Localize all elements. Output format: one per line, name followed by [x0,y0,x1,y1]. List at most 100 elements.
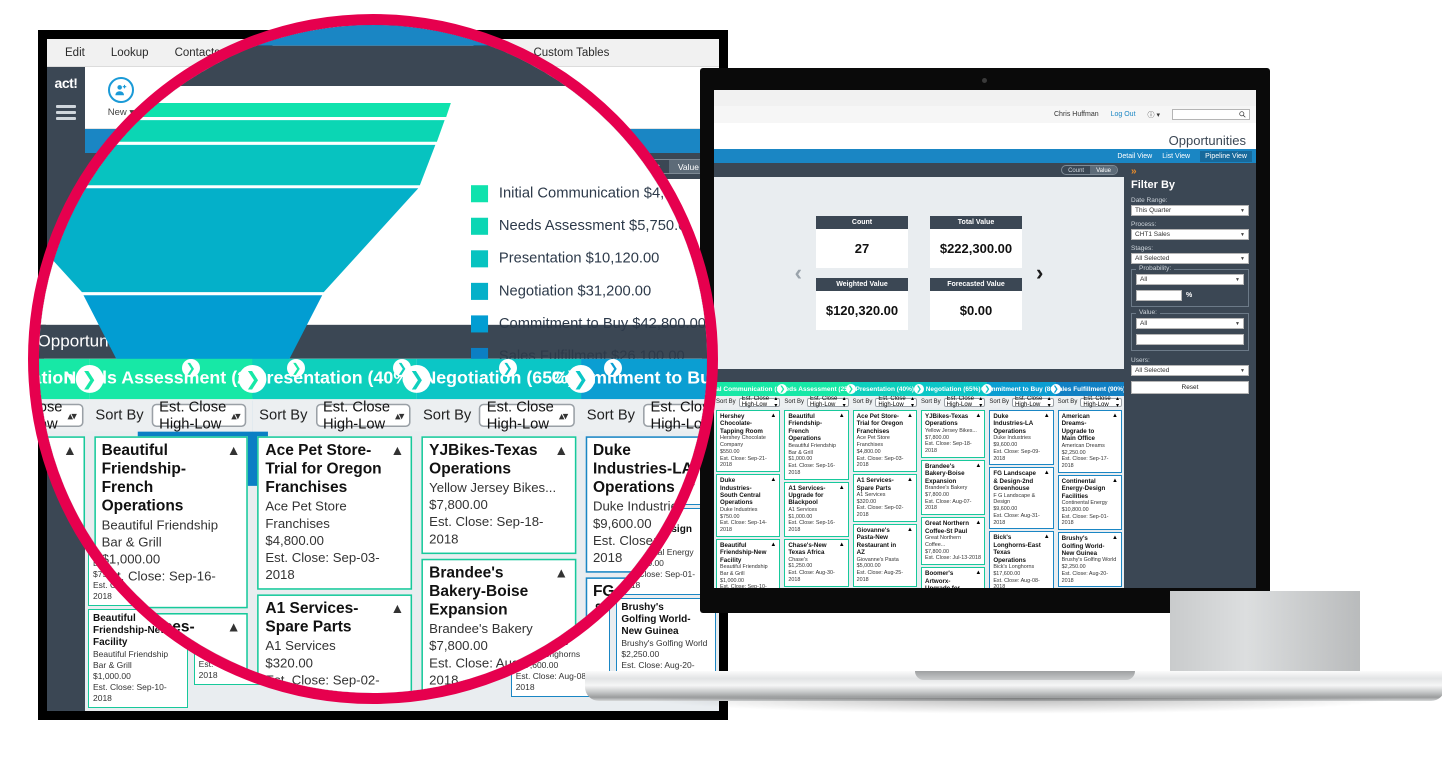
stage-header[interactable]: Negotiation (65%)❯ [918,382,993,396]
laptop-toggle-count[interactable]: Count [1062,166,1090,174]
value-input[interactable] [1136,334,1244,345]
opportunity-card[interactable]: ▲ YJBikes-Texas OperationsYellow Jersey B… [920,410,986,458]
collapse-caret-icon[interactable]: ▲ [1044,413,1050,419]
collapse-caret-icon[interactable]: ▲ [839,485,845,491]
laptop-count-value-toggle[interactable]: Count Value [1061,165,1118,175]
stage-header[interactable]: Needs Assessment (25%)❯ [63,359,279,400]
opportunity-card[interactable]: ▲Duke Industries-LA OperationsDuke Indus… [989,410,1054,466]
collapse-caret-icon[interactable]: ▲ [554,443,568,459]
tab-detail-view[interactable]: Detail View [1117,153,1152,160]
opportunity-card[interactable]: ▲FG Landscape & Design-2nd GreenhouseF G… [585,577,707,693]
help-icon[interactable]: ⓘ ▾ [1148,110,1160,120]
opportunity-card[interactable]: ▲Duke Industries-LA OperationsDuke Indus… [585,436,707,573]
stage-header[interactable]: Commitment to Buy (80%)❯ [981,382,1062,396]
opportunity-card[interactable]: ▲Duke Industries-South Central Operation… [716,474,781,537]
opportunity-card[interactable]: ▲FG Landscape & Design-2nd GreenhouseF G… [989,467,1054,530]
opportunity-card[interactable]: ▲ Chase's-New Texas AfricaChase's$1,250.0… [784,538,849,587]
opportunity-card[interactable]: ▲ A1 Services-Upgrade for BlackpoolA1 Ser… [93,612,249,693]
date-range-select[interactable]: This Quarter ▼ [1131,205,1249,216]
opportunity-card[interactable]: ▲Hershey Chocolate-Tapping RoomHershey C… [39,436,85,590]
stage-header[interactable]: Presentation (40%)❯ [252,359,431,400]
opportunity-card[interactable]: ▲ Brushy's Golfing World-New GuineaBrushy… [1057,532,1122,588]
sort-select[interactable]: Est. Close High-Low▴▾ [875,396,917,409]
laptop-toggle-value[interactable]: Value [1090,166,1117,174]
kpi-next-arrow[interactable]: › [1036,262,1043,284]
opportunity-card[interactable]: ▲ American Dreams-Upgrade to Main OfficeA… [1057,410,1122,473]
stages-select[interactable]: All Selected ▼ [1131,253,1249,264]
sort-select[interactable]: Est. Close High-Low▴▾ [315,399,411,433]
collapse-caret-icon[interactable]: ▲ [907,527,913,533]
sort-select[interactable]: Est. Close High-Low▴▾ [479,399,575,433]
collapse-caret-icon[interactable]: ▲ [1112,535,1118,541]
search-input[interactable] [1172,109,1250,120]
opportunity-card[interactable]: ▲ Beautiful Friendship-French OperationsB… [784,410,849,480]
collapse-caret-icon[interactable]: ▲ [227,443,241,459]
sort-select[interactable]: Est. Close High-Low▴▾ [1080,396,1122,409]
opportunity-card[interactable]: ▲ Boomer's Artworx-Upgrade for Scottsdale… [920,567,986,588]
stage-header[interactable]: Presentation (40%)❯ [850,382,924,396]
opportunity-company: Ace Pet Store Franchises [856,435,890,449]
opportunity-card[interactable]: ▲ Brandee's Bakery-Boise ExpansionBrandee… [421,558,576,693]
collapse-caret-icon[interactable]: ▲ [770,413,776,419]
collapse-caret-icon[interactable]: ▲ [1044,470,1050,476]
collapse-caret-icon[interactable]: ▲ [770,542,776,548]
collapse-caret-icon[interactable]: ▲ [63,601,77,617]
collapse-caret-icon[interactable]: ▲ [1044,534,1050,540]
collapse-caret-icon[interactable]: ▲ [391,443,405,459]
value-select[interactable]: All ▼ [1136,318,1244,329]
kpi-label: Weighted Value [816,278,908,291]
opportunity-card[interactable]: ▲ Continental Energy-Design FacilitiesCon… [1057,474,1122,531]
collapse-caret-icon[interactable]: ▲ [907,477,913,483]
expand-icon[interactable]: » [1131,167,1249,177]
opportunity-card[interactable]: ▲Bick's Longhorns-East Texas OperationsB… [989,531,1054,588]
sort-select[interactable]: Est. Close High-Low▴▾ [151,399,247,433]
collapse-caret-icon[interactable]: ▲ [975,520,981,526]
collapse-caret-icon[interactable]: ▲ [1112,478,1118,484]
opportunity-card[interactable]: ▲ A1 Services-Upgrade for BlackpoolA1 Ser… [784,481,849,537]
collapse-caret-icon[interactable]: ▲ [1112,413,1118,419]
sort-select[interactable]: Est. Close High-Low▴▾ [39,399,83,433]
collapse-caret-icon[interactable]: ▲ [975,570,981,576]
kpi-prev-arrow[interactable]: ‹ [795,262,802,284]
opportunity-card[interactable]: ▲Ace Pet Store-Trial for Oregon Franchis… [257,436,413,590]
probability-input[interactable] [1136,290,1182,301]
stage-header[interactable]: Initial Communication (10%)❯ [714,382,792,396]
opportunity-card[interactable]: ▲Ace Pet Store-Trial for Oregon Franchis… [852,410,917,473]
opportunity-card[interactable]: ▲Hershey Chocolate-Tapping RoomHershey C… [716,410,781,473]
probability-select[interactable]: All ▼ [1136,274,1244,285]
collapse-caret-icon[interactable]: ▲ [839,542,845,548]
collapse-caret-icon[interactable]: ▲ [227,619,241,635]
sort-select[interactable]: Est. Close High-Low▴▾ [738,396,781,409]
collapse-caret-icon[interactable]: ▲ [839,413,845,419]
opportunity-card[interactable]: ▲ A1 Services-Spare PartsA1 Services$320.… [257,594,413,693]
reset-button[interactable]: Reset [1131,381,1249,394]
collapse-caret-icon[interactable]: ▲ [975,463,981,469]
opportunity-card[interactable]: ▲ Giovanne's Pasta-New Restaurant in AZGi… [852,523,917,587]
collapse-caret-icon[interactable]: ▲ [770,477,776,483]
opportunity-card[interactable]: ▲ Beautiful Friendship-French OperationsB… [93,436,249,609]
collapse-caret-icon[interactable]: ▲ [63,443,77,459]
stage-header[interactable]: Initial Communication (10%)❯ [39,359,127,400]
sort-select[interactable]: Est. Close High-Low▴▾ [807,396,849,409]
sort-select[interactable]: Est. Close High-Low▴▾ [1012,396,1054,409]
collapse-caret-icon[interactable]: ▲ [975,413,981,419]
tab-pipeline-view[interactable]: Pipeline View [1200,150,1252,162]
collapse-caret-icon[interactable]: ▲ [907,413,913,419]
logout-link[interactable]: Log Out [1111,111,1136,118]
opportunity-card[interactable]: ▲ A1 Services-Spare PartsA1 Services$320.… [852,474,917,522]
collapse-caret-icon[interactable]: ▲ [391,601,405,617]
stage-header[interactable]: Commitment to Buy (80%)❯ [552,359,707,400]
tab-list-view[interactable]: List View [1162,153,1190,160]
stage-header[interactable]: Needs Assessment (25%)❯ [777,382,856,396]
opportunity-card[interactable]: ▲ Great Northern Coffee-St PaulGreat Nort… [920,517,986,566]
opportunity-card[interactable]: ▲Duke Industries-South Central Operation… [39,594,85,693]
opportunity-card[interactable]: ▲ YJBikes-Texas OperationsYellow Jersey B… [421,436,576,555]
sort-select[interactable]: Est. Close High-Low▴▾ [642,399,707,433]
process-select[interactable]: CHT1 Sales ▼ [1131,229,1249,240]
stage-header[interactable]: Sales Fulfillment (90%) [1054,382,1124,396]
collapse-caret-icon[interactable]: ▲ [554,565,568,581]
opportunity-card[interactable]: ▲Beautiful Friendship-New FacilityBeauti… [716,538,781,588]
users-select[interactable]: All Selected ▼ [1131,365,1249,376]
sort-select[interactable]: Est. Close High-Low▴▾ [943,396,986,409]
opportunity-card[interactable]: ▲ Brandee's Bakery-Boise ExpansionBrandee… [920,459,986,516]
